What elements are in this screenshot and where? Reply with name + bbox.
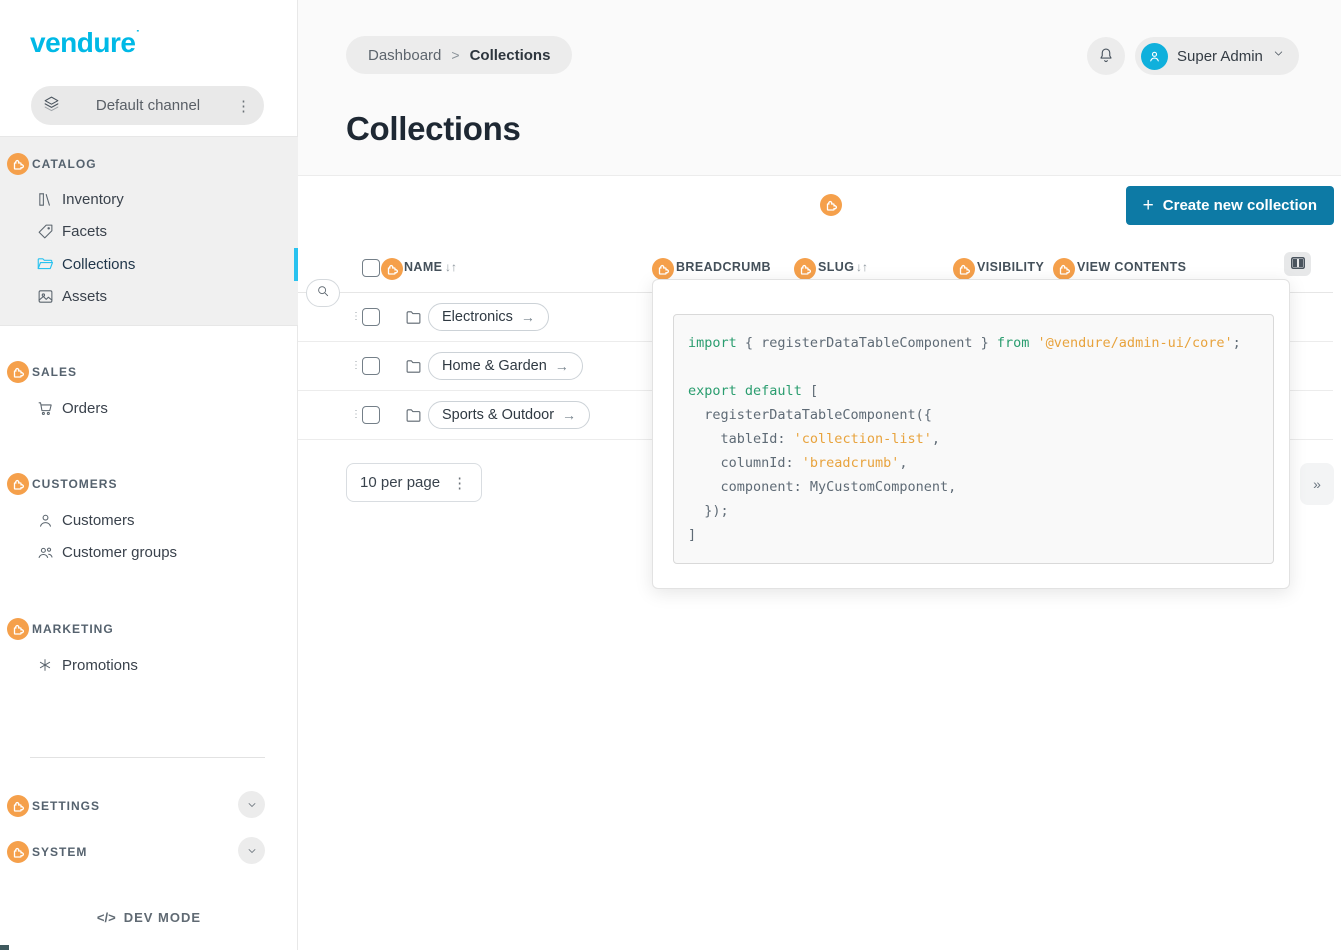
section-marketing: MARKETING [0,617,298,641]
sidebar-item-promotions[interactable]: Promotions [0,649,294,681]
per-page-kebab-icon: ⋮ [452,474,468,492]
search-toggle[interactable] [306,279,340,307]
code-block: import { registerDataTableComponent } fr… [673,314,1274,564]
column-header-breadcrumb[interactable]: BREADCRUMB [676,260,771,274]
section-catalog: CATALOG [0,152,298,176]
collection-link[interactable]: Sports & Outdoor → [428,401,590,429]
layers-icon [43,95,60,117]
sidebar-item-customer-groups[interactable]: Customer groups [0,536,294,568]
section-sales: SALES [0,360,298,384]
asterisk-icon [36,656,54,674]
avatar [1141,43,1168,70]
person-icon [36,511,54,529]
folder-open-icon [36,255,54,273]
sort-icon[interactable]: ↓↑ [445,260,457,274]
cursor-artifact [0,945,9,950]
vendure-admin-app: vendure˙ Default channel ⋮ CATALOG Inven… [0,0,1341,950]
row-checkbox[interactable] [362,357,380,375]
channel-label: Default channel [60,97,236,114]
system-expand-button[interactable] [238,837,265,864]
section-settings: SETTINGS [0,793,298,821]
column-header-visibility[interactable]: VISIBILITY [977,260,1044,274]
extension-puzzle-badge [7,473,29,495]
breadcrumb: Dashboard > Collections [346,36,572,74]
columns-icon [1291,257,1305,272]
collection-link[interactable]: Home & Garden → [428,352,583,380]
column-header-slug[interactable]: SLUG [818,260,854,274]
extension-puzzle-badge [7,361,29,383]
inventory-icon [36,190,54,208]
arrow-right-icon: → [521,309,535,325]
sidebar-divider [30,757,265,758]
page-title: Collections [346,110,521,148]
sort-icon[interactable]: ↓↑ [856,260,868,274]
user-name: Super Admin [1177,48,1263,65]
extension-puzzle-badge [820,194,842,216]
people-group-icon [36,543,54,561]
folder-icon [405,358,422,380]
dev-mode-code-popover: import { registerDataTableComponent } fr… [652,279,1290,589]
breadcrumb-dashboard-link[interactable]: Dashboard [368,47,441,64]
cart-icon [36,399,54,417]
sidebar: vendure˙ Default channel ⋮ CATALOG Inven… [0,0,298,950]
settings-expand-button[interactable] [238,791,265,818]
code-brackets-icon: </> [97,910,116,925]
breadcrumb-current: Collections [470,47,551,64]
extension-puzzle-badge [7,795,29,817]
sidebar-item-collections[interactable]: Collections [0,248,294,280]
dev-mode-toggle[interactable]: </>DEV MODE [0,910,298,925]
logo-mark: ˙ [135,27,139,43]
arrow-right-icon: → [555,358,569,374]
items-per-page-select[interactable]: 10 per page ⋮ [346,463,482,502]
column-picker-button[interactable] [1284,252,1311,276]
sidebar-item-orders[interactable]: Orders [0,392,294,424]
extension-puzzle-badge [381,258,403,280]
chevron-down-icon [1272,47,1285,65]
row-checkbox[interactable] [362,406,380,424]
image-icon [36,287,54,305]
column-header-name[interactable]: NAME [404,260,442,274]
sidebar-item-customers[interactable]: Customers [0,504,294,536]
channel-kebab-icon[interactable]: ⋮ [236,97,252,115]
select-all-checkbox[interactable] [362,259,380,277]
folder-icon [405,309,422,331]
extension-puzzle-badge [794,258,816,280]
arrow-right-icon: → [562,407,576,423]
collection-link[interactable]: Electronics → [428,303,549,331]
folder-icon [405,407,422,429]
plus-icon: + [1143,195,1154,217]
create-new-collection-button[interactable]: + Create new collection [1126,186,1334,225]
extension-puzzle-badge [7,841,29,863]
column-header-view-contents: VIEW CONTENTS [1077,260,1186,274]
sidebar-item-assets[interactable]: Assets [0,280,294,312]
section-customers: CUSTOMERS [0,472,298,496]
search-icon [316,284,330,303]
channel-selector[interactable]: Default channel ⋮ [31,86,264,125]
bell-icon [1097,46,1115,67]
section-system: SYSTEM [0,839,298,867]
extension-puzzle-badge [7,153,29,175]
vendure-logo: vendure˙ [30,27,140,59]
tag-icon [36,222,54,240]
extension-puzzle-badge [652,258,674,280]
next-page-button[interactable]: » [1300,463,1334,505]
breadcrumb-separator: > [451,47,459,63]
extension-puzzle-badge [953,258,975,280]
extension-puzzle-badge [7,618,29,640]
page-header: Dashboard > Collections Super Admin Coll… [298,0,1341,176]
user-menu[interactable]: Super Admin [1135,37,1299,75]
sidebar-item-inventory[interactable]: Inventory [0,183,294,215]
row-checkbox[interactable] [362,308,380,326]
sidebar-item-facets[interactable]: Facets [0,215,294,247]
notifications-button[interactable] [1087,37,1125,75]
extension-puzzle-badge [1053,258,1075,280]
